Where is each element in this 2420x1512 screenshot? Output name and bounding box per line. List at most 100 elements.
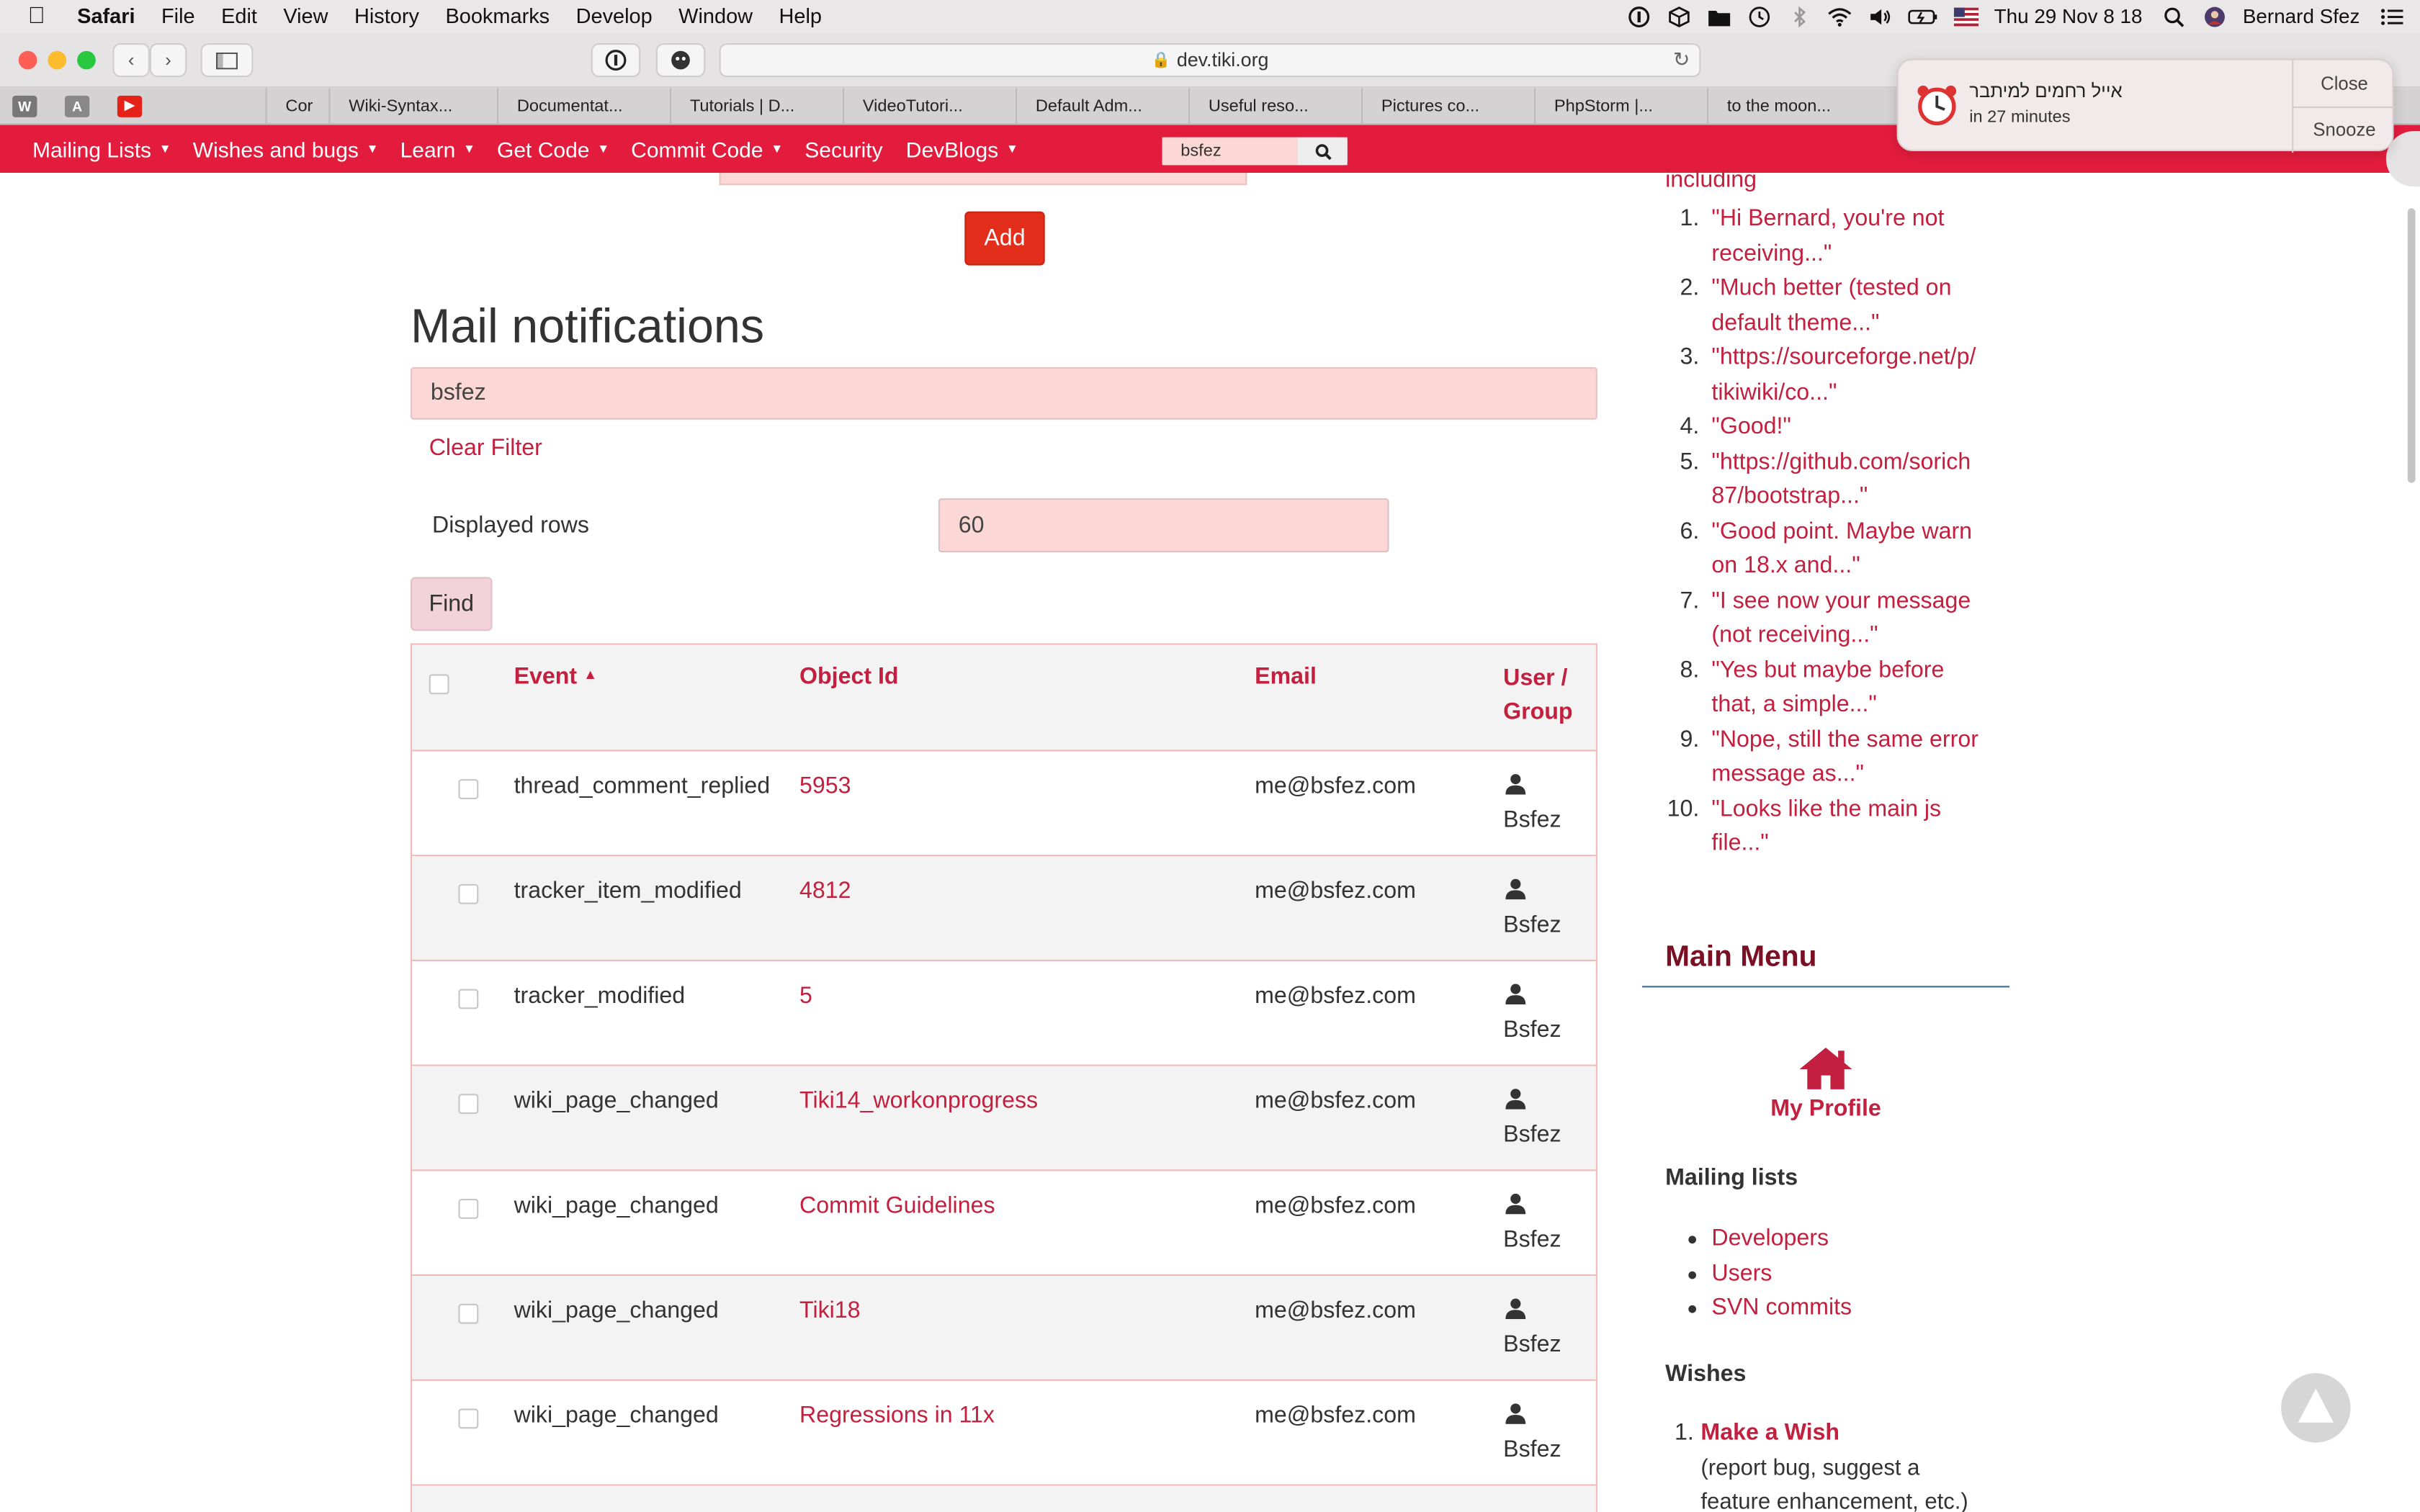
displayed-rows-input[interactable]: 60 <box>938 498 1389 553</box>
menu-app-name[interactable]: Safari <box>77 4 135 27</box>
find-button[interactable]: Find <box>411 577 493 631</box>
favorite-w-icon[interactable]: W <box>12 94 37 117</box>
tab-10[interactable]: to the moon... <box>1707 88 1877 125</box>
address-bar[interactable]: 🔒 dev.tiki.org ↻ <box>719 43 1701 78</box>
folder-icon[interactable] <box>1707 6 1731 27</box>
nav-commit-code[interactable]: Commit Code ▼ <box>631 137 783 161</box>
favorite-a-icon[interactable]: A <box>65 94 90 117</box>
spotlight-search-icon[interactable] <box>2162 6 2187 27</box>
menu-history[interactable]: History <box>354 4 419 27</box>
comment-link[interactable]: 5. "https://github.com/sorich 87/bootstrap… <box>1665 445 2004 514</box>
home-icon[interactable] <box>1796 1045 1855 1091</box>
clear-filter-link[interactable]: Clear Filter <box>429 435 542 461</box>
bluetooth-icon[interactable] <box>1787 5 1811 27</box>
object-id-link[interactable]: 5 <box>799 983 812 1009</box>
youtube-icon[interactable]: ▶ <box>117 94 143 117</box>
onepassword-icon[interactable] <box>1627 6 1652 27</box>
cube-icon[interactable] <box>1667 6 1691 27</box>
add-button[interactable]: Add <box>964 211 1045 266</box>
minimize-window-button[interactable] <box>48 50 67 70</box>
object-id-link[interactable]: Regressions in 11x <box>799 1403 995 1428</box>
including-label[interactable]: including <box>1665 166 1757 192</box>
sidebar-toggle-button[interactable] <box>200 43 254 78</box>
comment-link[interactable]: 6. "Good point. Maybe warn on 18.x and..." <box>1665 515 2004 584</box>
select-all-checkbox[interactable] <box>429 674 449 695</box>
object-id-link[interactable]: 4812 <box>799 878 851 904</box>
filter-input[interactable]: bsfez <box>411 366 1597 420</box>
menu-file[interactable]: File <box>161 4 195 27</box>
mailing-list-link[interactable]: Users <box>1688 1256 1852 1291</box>
scroll-to-top-button[interactable] <box>2281 1373 2351 1443</box>
object-id-link[interactable]: Tiki14_workonprogress <box>799 1088 1038 1114</box>
tab-7[interactable]: Useful reso... <box>1188 88 1358 125</box>
menu-edit[interactable]: Edit <box>221 4 257 27</box>
mailing-list-link[interactable]: SVN commits <box>1688 1292 1852 1326</box>
extension-button[interactable] <box>655 43 706 78</box>
page-scrollbar[interactable] <box>2407 208 2416 483</box>
nav-wishes-and-bugs[interactable]: Wishes and bugs ▼ <box>193 137 379 161</box>
reminder-notification[interactable]: אייל רחמים למיתבר in 27 minutes Close Sn… <box>1896 58 2396 153</box>
nav-search-input[interactable]: bsfez <box>1162 137 1299 166</box>
column-object-id[interactable]: Object Id <box>799 663 899 689</box>
row-checkbox[interactable] <box>458 989 479 1009</box>
battery-icon[interactable] <box>1908 6 1939 27</box>
row-checkbox[interactable] <box>458 1408 479 1429</box>
forward-button[interactable]: › <box>149 43 187 78</box>
apple-icon[interactable]:  <box>28 3 53 29</box>
back-button[interactable]: ‹ <box>112 43 150 78</box>
object-id-link[interactable]: Commit Guidelines <box>799 1192 995 1218</box>
row-checkbox[interactable] <box>458 1303 479 1324</box>
menubar-datetime[interactable]: Thu 29 Nov 8 18 <box>1994 4 2143 27</box>
menu-window[interactable]: Window <box>678 4 753 27</box>
nav-learn[interactable]: Learn ▼ <box>400 137 475 161</box>
comment-link[interactable]: 1. "Hi Bernard, you're not receiving..." <box>1665 202 2004 271</box>
object-id-link[interactable]: Tiki18 <box>799 1297 861 1323</box>
tab-2[interactable]: Wiki-Syntax... <box>328 88 481 125</box>
notification-snooze-button[interactable]: Snooze <box>2293 119 2395 140</box>
comment-link[interactable]: 10. "Looks like the main js file..." <box>1665 792 2004 861</box>
mailing-list-link[interactable]: Developers <box>1688 1222 1852 1256</box>
comment-link[interactable]: 2. "Much better (tested on default theme..… <box>1665 271 2004 341</box>
tab-1[interactable]: Cor <box>265 88 328 125</box>
nav-security[interactable]: Security <box>805 137 882 161</box>
row-checkbox[interactable] <box>458 1199 479 1219</box>
comment-link[interactable]: 4. "Good!" <box>1665 410 2004 445</box>
column-event[interactable]: Event ▲ <box>514 663 598 689</box>
tab-9[interactable]: PhpStorm |... <box>1534 88 1704 125</box>
menu-develop[interactable]: Develop <box>576 4 653 27</box>
comment-link[interactable]: 7. "I see now your message (not receiving.… <box>1665 584 2004 653</box>
menu-bookmarks[interactable]: Bookmarks <box>445 4 550 27</box>
wifi-icon[interactable] <box>1827 6 1852 27</box>
volume-icon[interactable] <box>1868 6 1892 27</box>
tab-4[interactable]: Tutorials | D... <box>670 88 840 125</box>
tab-8[interactable]: Pictures co... <box>1361 88 1531 125</box>
time-machine-icon[interactable] <box>1747 6 1772 27</box>
zoom-window-button[interactable] <box>77 50 96 70</box>
menu-view[interactable]: View <box>283 4 328 27</box>
column-user-group[interactable]: User / Group <box>1503 662 1572 729</box>
nav-get-code[interactable]: Get Code ▼ <box>497 137 609 161</box>
notification-close-button[interactable]: Close <box>2293 73 2395 94</box>
row-checkbox[interactable] <box>458 883 479 904</box>
make-a-wish-link[interactable]: Make a Wish <box>1700 1419 1839 1445</box>
column-email[interactable]: Email <box>1255 663 1317 689</box>
clipped-input-field[interactable] <box>719 173 1247 186</box>
nav-devblogs[interactable]: DevBlogs ▼ <box>906 137 1018 161</box>
tab-5[interactable]: VideoTutori... <box>843 88 1013 125</box>
row-checkbox[interactable] <box>458 779 479 799</box>
nav-mailing-lists[interactable]: Mailing Lists ▼ <box>32 137 171 161</box>
row-checkbox[interactable] <box>458 1094 479 1115</box>
onepassword-extension-button[interactable] <box>591 43 641 78</box>
nav-search-button[interactable] <box>1298 137 1348 166</box>
my-profile-link[interactable]: My Profile <box>1642 1095 2009 1121</box>
reload-icon[interactable]: ↻ <box>1673 48 1690 72</box>
comment-link[interactable]: 9. "Nope, still the same error message as.… <box>1665 723 2004 792</box>
object-id-link[interactable]: 5953 <box>799 773 851 799</box>
us-flag-icon[interactable] <box>1953 6 1979 27</box>
menubar-username[interactable]: Bernard Sfez <box>2243 4 2360 27</box>
tab-3[interactable]: Documentat... <box>497 88 667 125</box>
comment-link[interactable]: 8. "Yes but maybe before that, a simple...… <box>1665 654 2004 723</box>
user-avatar-icon[interactable] <box>2202 6 2227 27</box>
menu-help[interactable]: Help <box>779 4 821 27</box>
close-window-button[interactable] <box>18 50 37 70</box>
